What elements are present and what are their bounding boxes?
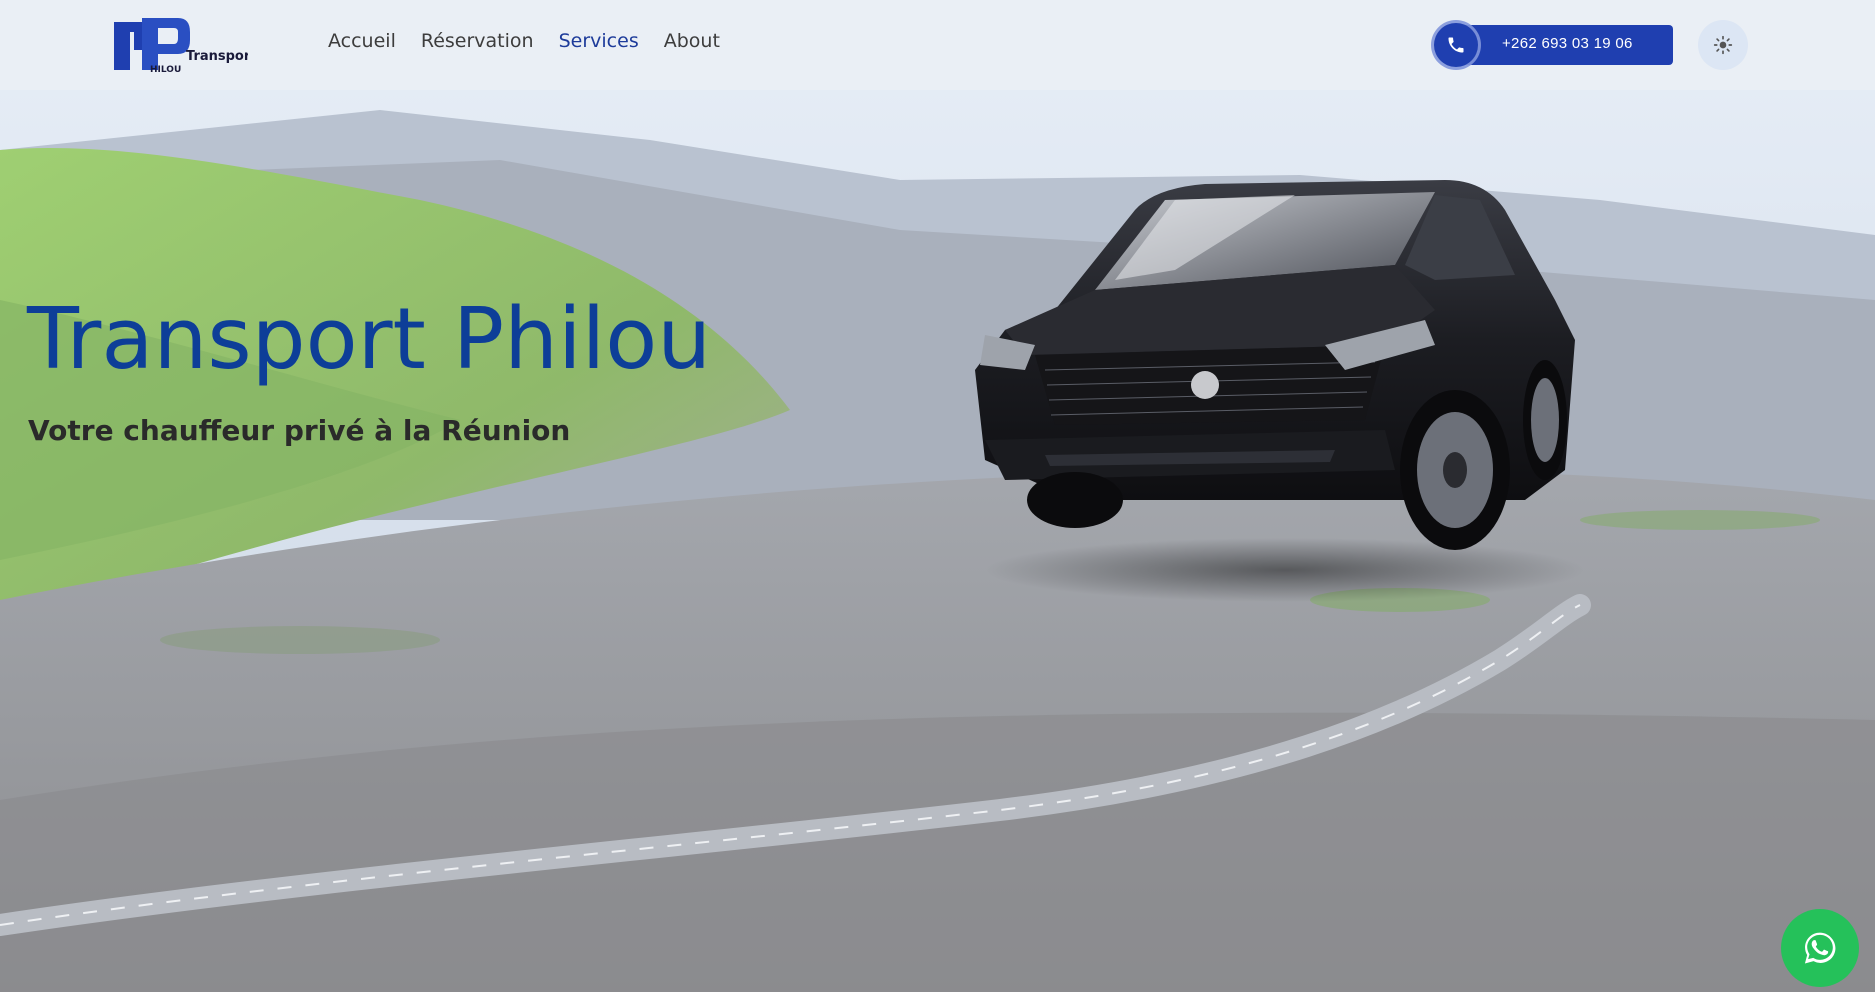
- whatsapp-icon: [1804, 932, 1836, 964]
- main-nav: Accueil Réservation Services About: [328, 30, 745, 52]
- page: Transport HILOU Accueil Réservation Serv…: [0, 0, 1875, 992]
- nav-item-services[interactable]: Services: [559, 30, 639, 52]
- nav-item-accueil[interactable]: Accueil: [328, 30, 396, 52]
- site-header: Transport HILOU Accueil Réservation Serv…: [0, 0, 1875, 90]
- phone-number-label: +262 693 03 19 06: [1502, 35, 1633, 52]
- hero-title: Transport Philou: [27, 290, 712, 389]
- phone-icon: [1434, 23, 1478, 67]
- brand-logo[interactable]: Transport HILOU: [108, 16, 248, 74]
- hero-subtitle: Votre chauffeur privé à la Réunion: [28, 414, 571, 447]
- sun-icon: [1713, 35, 1733, 55]
- whatsapp-chat-button[interactable]: [1781, 909, 1859, 987]
- svg-text:HILOU: HILOU: [150, 65, 181, 74]
- theme-toggle-button[interactable]: [1698, 20, 1748, 70]
- svg-text:Transport: Transport: [186, 49, 248, 64]
- car-image: [965, 170, 1605, 610]
- nav-item-reservation[interactable]: Réservation: [421, 30, 534, 52]
- phone-call-button[interactable]: +262 693 03 19 06: [1434, 23, 1673, 67]
- nav-item-about[interactable]: About: [664, 30, 720, 52]
